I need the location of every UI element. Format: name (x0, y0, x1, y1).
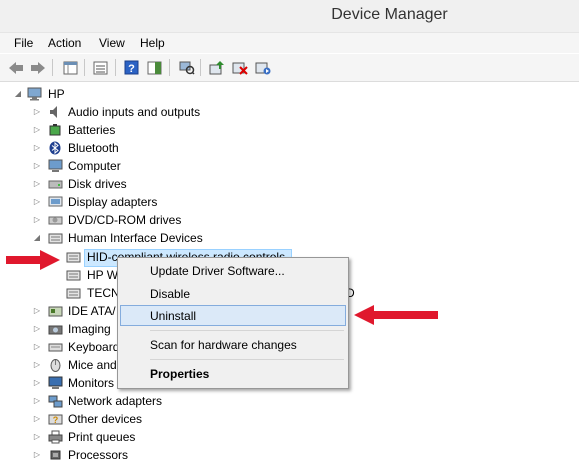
mouse-icon (50, 359, 61, 372)
monitor-icon (48, 376, 63, 389)
forward-icon[interactable] (29, 59, 46, 76)
expand-icon[interactable]: ▷ (33, 446, 41, 464)
unknown-device-icon: ? (48, 414, 63, 425)
computer-icon (27, 87, 42, 101)
keyboard-icon (48, 343, 63, 352)
monitor-icon (48, 159, 63, 172)
hid-device-icon (66, 252, 81, 263)
red-arrow-right-icon (6, 250, 60, 270)
expand-icon[interactable]: ▷ (33, 193, 41, 211)
battery-icon (49, 124, 61, 136)
tree-item-label: Processors (68, 448, 129, 462)
context-menu: Update Driver Software... Disable Uninst… (117, 257, 349, 389)
tree-item-label: Other devices (68, 412, 143, 426)
menu-separator (150, 330, 344, 331)
expand-icon[interactable]: ▷ (33, 139, 41, 157)
uninstall-icon[interactable] (231, 59, 248, 76)
expand-icon[interactable]: ▷ (33, 338, 41, 356)
menu-view[interactable]: View (99, 36, 125, 50)
tree-item-label: Audio inputs and outputs (68, 105, 201, 119)
menu-action[interactable]: Action (48, 36, 81, 50)
processor-icon (50, 450, 61, 460)
back-icon[interactable] (7, 59, 24, 76)
collapse-icon[interactable]: ◢ (33, 229, 41, 247)
network-adapter-icon (48, 395, 63, 408)
console-tree-icon[interactable] (92, 59, 109, 76)
tree-root-label: HP (48, 87, 65, 101)
menu-help[interactable]: Help (140, 36, 165, 50)
tree-item-label: Human Interface Devices (68, 231, 203, 245)
expand-icon[interactable]: ▷ (33, 103, 41, 121)
expand-icon[interactable]: ▷ (33, 392, 41, 410)
menu-item-properties[interactable]: Properties (150, 367, 209, 381)
ide-controller-icon (48, 306, 63, 317)
toolbar: ? (0, 54, 579, 82)
menu-file[interactable]: File (14, 36, 33, 50)
tree-item-label: Batteries (68, 123, 116, 137)
enable-device-icon[interactable] (254, 59, 271, 76)
title-bar: Device Manager (0, 0, 579, 33)
scan-hardware-icon[interactable] (178, 59, 195, 76)
svg-text:?: ? (128, 63, 135, 75)
hid-device-icon (66, 270, 81, 281)
tree-item-label: HP W (87, 268, 119, 282)
expand-icon[interactable]: ▷ (33, 121, 41, 139)
camera-icon (48, 325, 63, 335)
tree-item-label: Imaging (68, 322, 111, 336)
dvd-drive-icon (48, 216, 63, 225)
menu-separator (150, 359, 344, 360)
expand-icon[interactable]: ▷ (33, 157, 41, 175)
menu-item-update-driver[interactable]: Update Driver Software... (150, 264, 285, 278)
speaker-icon (50, 106, 57, 118)
expand-icon[interactable]: ▷ (33, 302, 41, 320)
tree-item-label: Bluetooth (68, 141, 119, 155)
display-adapter-icon (48, 196, 63, 207)
tree-item-label: Display adapters (68, 195, 158, 209)
tree-item-label: DVD/CD-ROM drives (68, 213, 182, 227)
printer-icon (48, 430, 63, 444)
collapse-icon[interactable]: ◢ (14, 85, 22, 103)
help-icon[interactable]: ? (123, 59, 140, 76)
red-arrow-left-icon (354, 305, 438, 325)
disk-drive-icon (48, 180, 63, 189)
expand-icon[interactable]: ▷ (33, 175, 41, 193)
tree-item-label: Mice and (68, 358, 117, 372)
expand-icon[interactable]: ▷ (33, 211, 41, 229)
bluetooth-icon (49, 141, 61, 155)
menu-item-disable[interactable]: Disable (150, 287, 190, 301)
expand-icon[interactable]: ▷ (33, 410, 41, 428)
tree-item-label: TECN (87, 286, 120, 300)
expand-icon[interactable]: ▷ (33, 320, 41, 338)
menu-item-scan-hardware[interactable]: Scan for hardware changes (150, 338, 297, 352)
tree-item-label: Disk drives (68, 177, 127, 191)
tree-item-label: Computer (68, 159, 121, 173)
expand-icon[interactable]: ▷ (33, 428, 41, 446)
expand-icon[interactable]: ▷ (33, 374, 41, 392)
window-title: Device Manager (331, 6, 448, 23)
hid-device-icon (66, 288, 81, 299)
tree-item-label: Network adapters (68, 394, 163, 408)
menu-item-uninstall[interactable]: Uninstall (150, 309, 196, 323)
tree-item-label: Keyboard (68, 340, 120, 354)
menu-bar: File Action View Help (0, 33, 579, 53)
hid-icon (48, 233, 63, 244)
properties-grid-icon[interactable] (62, 59, 79, 76)
update-driver-icon[interactable] (208, 59, 225, 76)
expand-icon[interactable]: ▷ (33, 356, 41, 374)
action-pane-icon[interactable] (146, 59, 163, 76)
tree-item-label: Print queues (68, 430, 136, 444)
svg-text:?: ? (53, 415, 59, 425)
tree-item-label: IDE ATA/ (68, 304, 116, 318)
tree-item-label: Monitors (68, 376, 115, 390)
